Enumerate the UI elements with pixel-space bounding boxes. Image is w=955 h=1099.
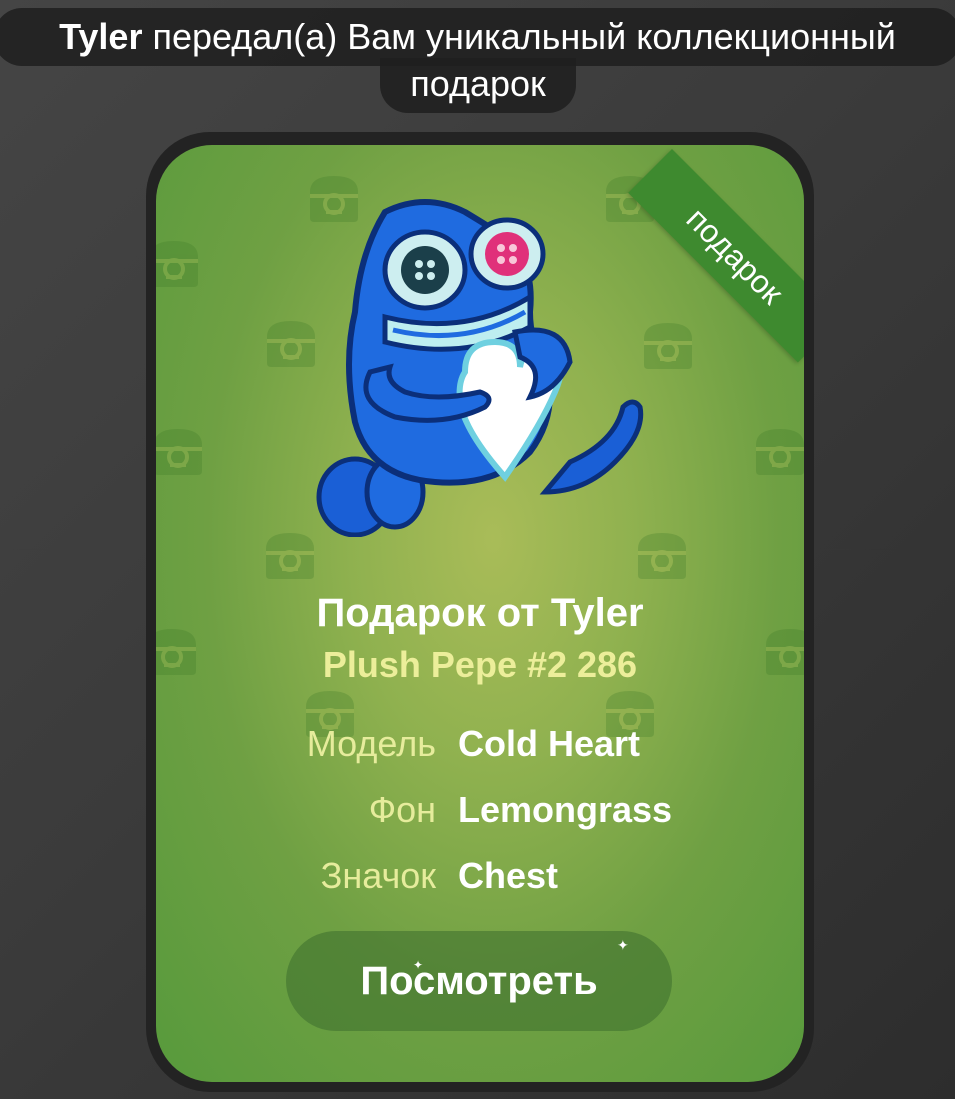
- chest-icon: [756, 429, 804, 475]
- attribute-value: Cold Heart: [458, 723, 641, 764]
- gift-service-message: Tyler передал(а) Вам уникальный коллекци…: [0, 0, 955, 120]
- gift-title: Подарок от Tyler: [316, 591, 644, 635]
- chest-icon: [266, 533, 314, 579]
- chest-icon: [156, 429, 202, 475]
- attribute-row-background: Фон Lemongrass: [156, 785, 804, 835]
- attribute-value: Lemongrass: [458, 789, 673, 830]
- attribute-value: Chest: [458, 855, 559, 896]
- sender-name[interactable]: Tyler: [59, 16, 142, 57]
- view-gift-button[interactable]: Посмотреть: [286, 931, 672, 1031]
- attribute-label: Фон: [368, 789, 436, 830]
- attribute-label: Модель: [306, 723, 436, 764]
- service-message-text: передал(а) Вам уникальный коллекционный: [142, 16, 896, 57]
- chest-icon: [156, 241, 198, 287]
- sparkle-icon: ✦: [413, 958, 424, 972]
- chest-icon: [267, 321, 315, 367]
- gift-subtitle: Plush Pepe #2 286: [322, 644, 638, 685]
- plush-pepe-sticker-icon: [316, 199, 644, 537]
- service-message-line2: подарок: [380, 58, 576, 113]
- attribute-row-model: Модель Cold Heart: [156, 719, 804, 769]
- attribute-label: Значок: [320, 855, 436, 896]
- sparkle-icon: ✦: [617, 937, 629, 953]
- attribute-row-symbol: Значок Chest: [156, 851, 804, 901]
